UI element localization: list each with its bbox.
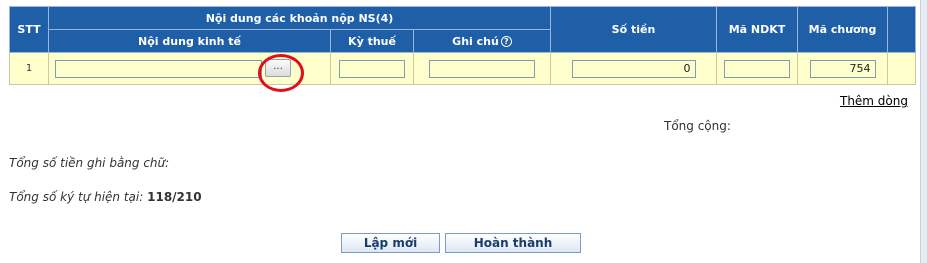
column-header-so-tien: Số tiền xyxy=(550,6,717,53)
so-tien-input[interactable]: 0 xyxy=(571,59,696,78)
table-row: 1 ... 0 754 xyxy=(9,52,916,85)
ma-ndkt-input[interactable] xyxy=(724,59,790,78)
column-header-ma-ndkt: Mã NDKT xyxy=(716,6,798,53)
column-header-ma-chuong: Mã chương xyxy=(797,6,888,53)
help-icon[interactable]: ? xyxy=(500,35,512,47)
ghi-chu-label: Ghi chú xyxy=(452,34,499,48)
char-count-label: Tổng số ký tự hiện tại: xyxy=(9,190,144,204)
scrollbar[interactable] xyxy=(920,0,927,263)
highlight-circle xyxy=(258,54,304,92)
ghi-chu-cell xyxy=(413,52,551,85)
noi-dung-input[interactable] xyxy=(55,59,262,78)
ghi-chu-input[interactable] xyxy=(429,59,535,78)
add-row-link[interactable]: Thêm dòng xyxy=(840,94,908,108)
ma-ndkt-cell xyxy=(716,52,798,85)
column-header-noi-dung: Nội dung kinh tế xyxy=(48,29,331,53)
amount-in-words-label: Tổng số tiền ghi bằng chữ: xyxy=(9,156,170,170)
ma-chuong-input[interactable]: 754 xyxy=(809,59,876,78)
char-count: Tổng số ký tự hiện tại: 118/210 xyxy=(9,190,202,204)
total-label: Tổng cộng: xyxy=(664,119,731,133)
column-header-stt: STT xyxy=(9,6,49,53)
column-header-ghi-chu: Ghi chú? xyxy=(413,29,551,53)
so-tien-cell: 0 xyxy=(550,52,717,85)
row-blank-cell xyxy=(887,52,916,85)
ma-chuong-cell: 754 xyxy=(797,52,888,85)
ky-thue-cell xyxy=(330,52,414,85)
column-group-header: Nội dung các khoản nộp NS(4) xyxy=(48,6,551,30)
char-count-value: 118/210 xyxy=(147,190,202,204)
row-stt: 1 xyxy=(9,52,49,85)
column-header-ky-thue: Kỳ thuế xyxy=(330,29,414,53)
new-button[interactable]: Lập mới xyxy=(341,233,440,253)
payment-items-table: STT Nội dung các khoản nộp NS(4) Số tiền… xyxy=(9,6,916,85)
finish-button[interactable]: Hoàn thành xyxy=(445,233,581,253)
ky-thue-input[interactable] xyxy=(339,59,405,78)
column-header-blank xyxy=(887,6,916,53)
